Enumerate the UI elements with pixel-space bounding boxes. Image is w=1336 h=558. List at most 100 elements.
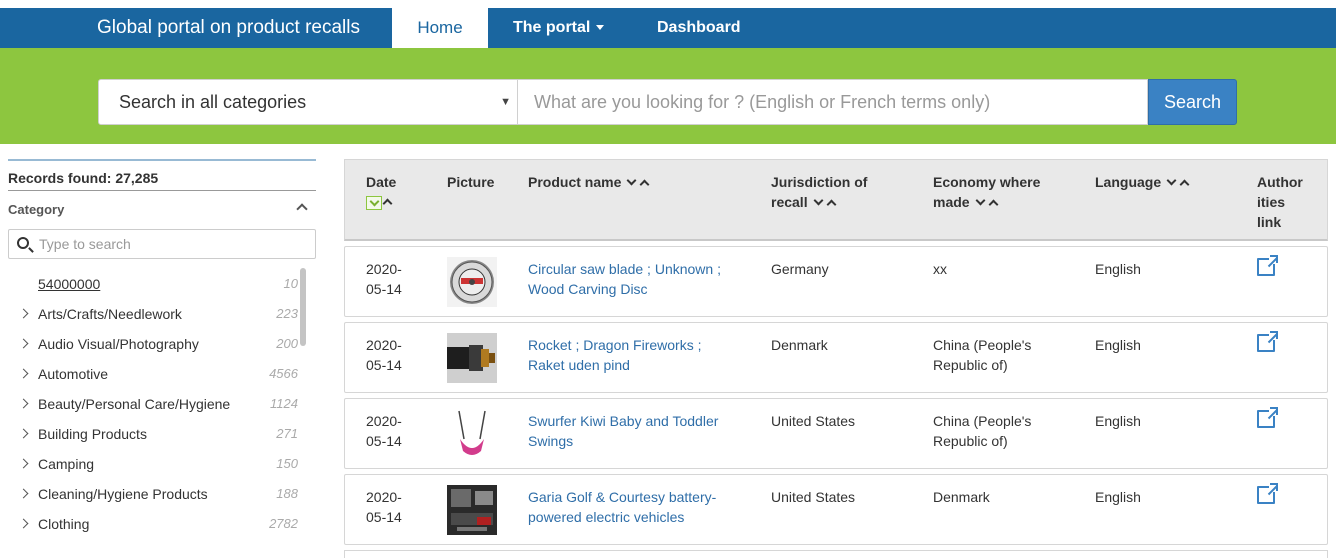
nav-dashboard[interactable]: Dashboard — [657, 8, 741, 48]
date-cell: 2020- 05-14 — [366, 259, 402, 299]
sort-asc-icon[interactable] — [639, 179, 650, 190]
date-line2: 05-14 — [366, 357, 402, 373]
table-row: 2020- 05-14 Circular saw blade ; Unknown … — [344, 246, 1328, 317]
nav-home[interactable]: Home — [392, 8, 488, 48]
external-link-icon[interactable] — [1257, 483, 1278, 504]
baby-swing-image — [447, 409, 497, 459]
jurisdiction-cell: Germany — [771, 261, 829, 277]
category-item-label[interactable]: Cleaning/Hygiene Products — [38, 479, 208, 509]
category-item-label[interactable]: Audio Visual/Photography — [38, 329, 199, 359]
category-item-label[interactable]: Building Products — [38, 419, 147, 449]
date-cell: 2020- 05-14 — [366, 411, 402, 451]
product-name-line1: Rocket ; Dragon Fireworks ; — [528, 337, 702, 353]
column-header-economy-line1: Economy where — [933, 174, 1041, 190]
category-item-label[interactable]: Beauty/Personal Care/Hygiene — [38, 389, 230, 419]
top-navbar: Global portal on product recalls Home Th… — [0, 8, 1336, 48]
category-item[interactable]: Clothing 2782 — [8, 509, 316, 539]
product-image[interactable] — [447, 333, 497, 383]
category-select[interactable]: Search in all categories ▼ — [98, 79, 518, 125]
site-title[interactable]: Global portal on product recalls — [97, 8, 360, 48]
category-item-count: 223 — [276, 306, 298, 321]
category-header[interactable]: Category — [8, 191, 316, 229]
category-item-count: 2782 — [269, 516, 298, 531]
product-name-line1: Swurfer Kiwi Baby and Toddler — [528, 413, 719, 429]
chevron-right-icon[interactable] — [18, 488, 29, 499]
sort-desc-icon[interactable] — [626, 175, 637, 186]
chevron-right-icon[interactable] — [18, 428, 29, 439]
category-item-label[interactable]: Clothing — [38, 509, 89, 539]
language-cell: English — [1095, 261, 1141, 277]
category-item[interactable]: Camping 150 — [8, 449, 316, 479]
sort-asc-icon[interactable] — [826, 199, 837, 210]
sort-desc-icon[interactable] — [813, 195, 824, 206]
search-input[interactable]: What are you looking for ? (English or F… — [518, 79, 1148, 125]
column-header-jurisdiction[interactable]: Jurisdiction of recall — [771, 172, 867, 213]
category-item[interactable]: Beauty/Personal Care/Hygiene 1124 — [8, 389, 316, 419]
search-button[interactable]: Search — [1148, 79, 1237, 125]
column-header-date[interactable]: Date — [366, 172, 396, 212]
category-item[interactable]: 54000000 10 — [8, 269, 316, 299]
date-line1: 2020- — [366, 337, 402, 353]
economy-line1: China (People's — [933, 413, 1032, 429]
search-icon — [17, 237, 29, 249]
category-item[interactable]: Building Products 271 — [8, 419, 316, 449]
rocket-image — [447, 333, 497, 383]
column-header-economy[interactable]: Economy where made — [933, 172, 1040, 213]
external-link-icon[interactable] — [1257, 255, 1278, 276]
chevron-right-icon[interactable] — [18, 398, 29, 409]
column-header-product-label: Product name — [528, 174, 622, 190]
column-header-language-label: Language — [1095, 174, 1162, 190]
chevron-right-icon[interactable] — [18, 518, 29, 529]
column-header-date-label: Date — [366, 174, 397, 190]
column-header-jurisdiction-line1: Jurisdiction of — [771, 174, 868, 190]
external-link-icon[interactable] — [1257, 331, 1278, 352]
chevron-right-icon[interactable] — [18, 368, 29, 379]
category-item-label[interactable]: Arts/Crafts/Needlework — [38, 299, 182, 329]
sort-asc-icon[interactable] — [988, 199, 999, 210]
chevron-right-icon[interactable] — [18, 308, 29, 319]
nav-the-portal[interactable]: The portal — [513, 8, 605, 48]
sort-asc-icon[interactable] — [1179, 179, 1190, 190]
category-item-count: 200 — [276, 336, 298, 351]
category-item[interactable]: Cleaning/Hygiene Products 188 — [8, 479, 316, 509]
product-image[interactable] — [447, 485, 497, 535]
category-title: Category — [8, 202, 65, 217]
column-header-authorities-line1: Author — [1257, 174, 1303, 190]
product-image[interactable] — [447, 409, 497, 459]
column-header-language[interactable]: Language — [1095, 172, 1192, 193]
sidebar-divider — [8, 159, 316, 161]
product-name-link[interactable]: Swurfer Kiwi Baby and Toddler Swings — [528, 411, 718, 451]
external-link-icon[interactable] — [1257, 407, 1278, 428]
collapse-icon[interactable] — [296, 203, 308, 215]
category-item[interactable]: Arts/Crafts/Needlework 223 — [8, 299, 316, 329]
sort-asc-icon[interactable] — [382, 198, 393, 209]
product-name-link[interactable]: Circular saw blade ; Unknown ; Wood Carvi… — [528, 259, 721, 299]
product-name-link[interactable]: Rocket ; Dragon Fireworks ; Raket uden pi… — [528, 335, 702, 375]
product-name-line2: Raket uden pind — [528, 357, 630, 373]
category-item-label[interactable]: Camping — [38, 449, 94, 479]
economy-line1: China (People's — [933, 337, 1032, 353]
sidebar-scrollbar[interactable] — [300, 268, 306, 346]
sort-desc-active-icon[interactable] — [366, 196, 382, 211]
product-name-line1: Garia Golf & Courtesy battery- — [528, 489, 717, 505]
date-line1: 2020- — [366, 489, 402, 505]
category-item-label[interactable]: 54000000 — [38, 269, 100, 299]
column-header-product-name[interactable]: Product name — [528, 172, 652, 193]
economy-line1: xx — [933, 261, 947, 277]
chevron-right-icon[interactable] — [18, 458, 29, 469]
category-item[interactable]: Audio Visual/Photography 200 — [8, 329, 316, 359]
date-cell: 2020- 05-14 — [366, 487, 402, 527]
sort-desc-icon[interactable] — [1166, 175, 1177, 186]
filter-sidebar: Records found: 27,285 Category Type to s… — [8, 159, 316, 539]
product-name-link[interactable]: Garia Golf & Courtesy battery-powered el… — [528, 487, 716, 527]
category-filter-input[interactable]: Type to search — [8, 229, 316, 259]
date-cell: 2020- 05-14 — [366, 335, 402, 375]
select-arrow-icon: ▼ — [500, 96, 511, 108]
economy-cell: Denmark — [933, 487, 990, 507]
product-name-line2: Swings — [528, 433, 574, 449]
sort-desc-icon[interactable] — [975, 195, 986, 206]
category-item-label[interactable]: Automotive — [38, 359, 108, 389]
product-image[interactable] — [447, 257, 497, 307]
category-item[interactable]: Automotive 4566 — [8, 359, 316, 389]
chevron-right-icon[interactable] — [18, 338, 29, 349]
